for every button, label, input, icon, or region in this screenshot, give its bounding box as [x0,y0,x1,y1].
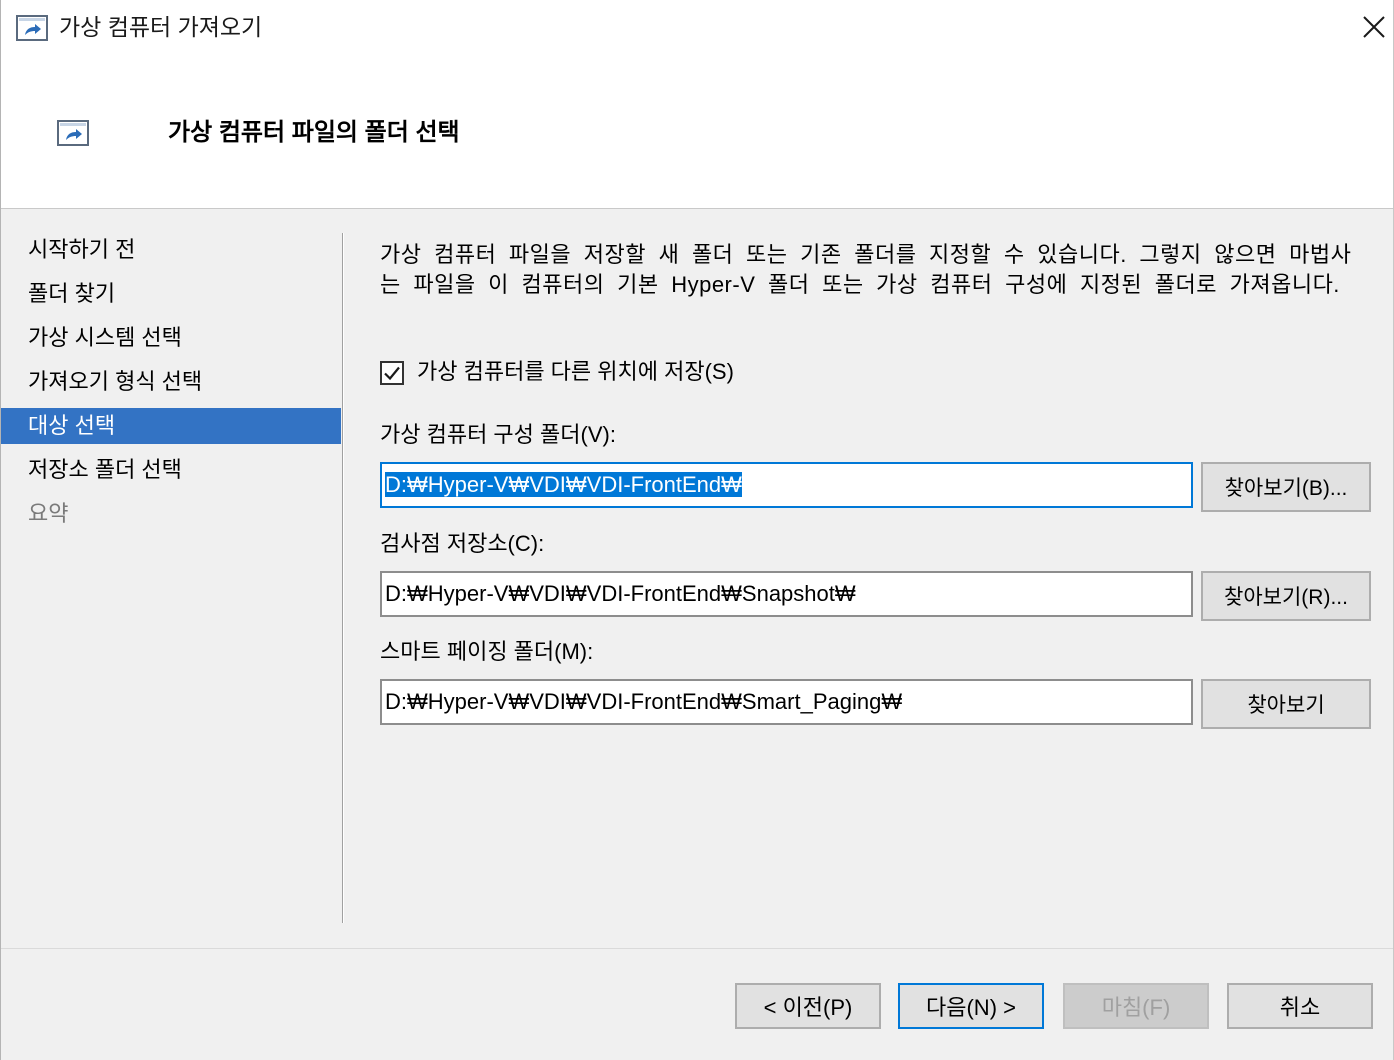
checkpoint-store-label: 검사점 저장소(C): [380,531,545,556]
smart-paging-folder-input[interactable]: D:₩Hyper-V₩VDI₩VDI-FrontEnd₩Smart_Paging… [380,679,1193,725]
nav-step-summary: 요약 [28,501,69,526]
close-button[interactable] [1357,10,1391,44]
cancel-button[interactable]: 취소 [1227,983,1373,1029]
config-folder-input[interactable]: D:₩Hyper-V₩VDI₩VDI-FrontEnd₩ [380,462,1193,508]
window-title: 가상 컴퓨터 가져오기 [59,14,263,40]
import-vm-wizard-window: 가상 컴퓨터 가져오기 가상 컴퓨터 파일의 폴더 선택 시작하기 전 폴더 찾… [0,0,1394,1060]
close-icon [1363,16,1385,38]
browse-smart-paging-folder-button[interactable]: 찾아보기 [1201,679,1371,729]
config-folder-value: D:₩Hyper-V₩VDI₩VDI-FrontEnd₩ [385,472,742,497]
finish-button: 마침(F) [1063,983,1209,1029]
nav-step-locate-folder[interactable]: 폴더 찾기 [1,276,341,312]
check-icon [382,363,402,383]
footer-divider [1,948,1393,949]
store-elsewhere-label[interactable]: 가상 컴퓨터를 다른 위치에 저장(S) [417,357,734,387]
nav-step-storage-folders[interactable]: 저장소 폴더 선택 [1,452,341,488]
nav-step-choose-import-type[interactable]: 가져오기 형식 선택 [1,364,341,400]
import-vm-icon [16,15,48,41]
nav-step-before-you-begin[interactable]: 시작하기 전 [1,232,341,268]
description-text: 가상 컴퓨터 파일을 저장할 새 폴더 또는 기존 폴더를 지정할 수 있습니다… [380,242,1352,297]
wizard-header: 가상 컴퓨터 가져오기 가상 컴퓨터 파일의 폴더 선택 [1,0,1393,209]
config-folder-label: 가상 컴퓨터 구성 폴더(V): [380,422,616,447]
previous-button[interactable]: < 이전(P) [735,983,881,1029]
nav-divider [342,233,344,923]
checkpoint-store-value: D:₩Hyper-V₩VDI₩VDI-FrontEnd₩Snapshot₩ [385,581,856,606]
browse-config-folder-button[interactable]: 찾아보기(B)... [1201,462,1371,512]
next-button[interactable]: 다음(N) > [898,983,1044,1029]
checkpoint-store-input[interactable]: D:₩Hyper-V₩VDI₩VDI-FrontEnd₩Snapshot₩ [380,571,1193,617]
nav-step-choose-destination[interactable]: 대상 선택 [1,408,341,444]
smart-paging-folder-value: D:₩Hyper-V₩VDI₩VDI-FrontEnd₩Smart_Paging… [385,689,903,714]
nav-step-select-virtual-machine[interactable]: 가상 시스템 선택 [1,320,341,356]
smart-paging-folder-label: 스마트 페이징 폴더(M): [380,639,594,664]
store-elsewhere-checkbox[interactable] [380,361,404,385]
browse-checkpoint-store-button[interactable]: 찾아보기(R)... [1201,571,1371,621]
wizard-steps-nav: 시작하기 전 폴더 찾기 가상 시스템 선택 가져오기 형식 선택 대상 선택 … [1,232,341,540]
import-vm-icon [57,120,89,146]
page-title: 가상 컴퓨터 파일의 폴더 선택 [168,119,460,146]
